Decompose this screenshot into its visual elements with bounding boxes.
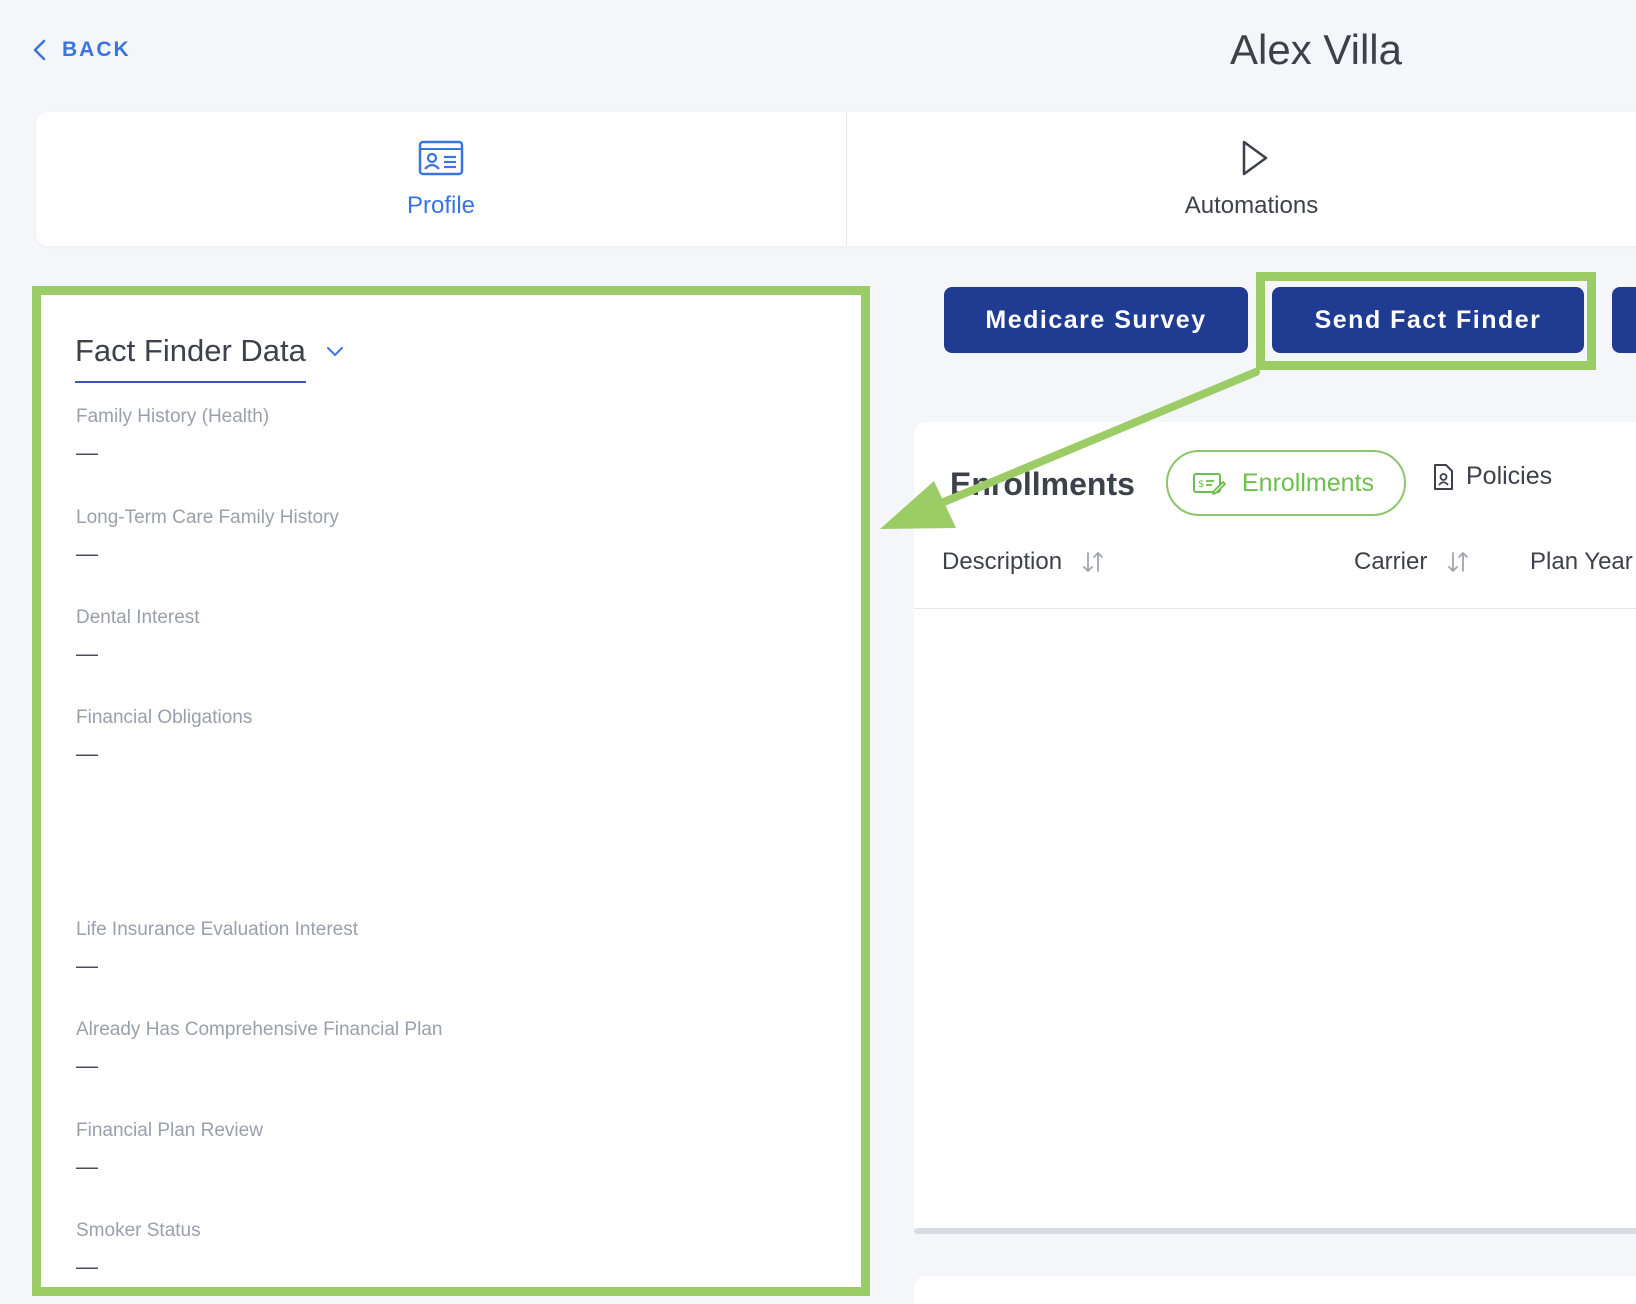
field-value: — [76,741,98,766]
back-button[interactable]: BACK [32,38,131,62]
field-value: — [76,1053,98,1078]
chevron-down-icon [326,347,343,357]
chevron-left-icon [33,39,46,61]
field-dental-interest: Dental Interest — [76,607,200,667]
field-label: Financial Obligations [76,707,253,728]
money-edit-icon: $ [1193,473,1226,495]
field-label: Dental Interest [76,607,200,628]
tab-policies-label: Policies [1466,462,1553,490]
horizontal-scrollbar[interactable] [914,1228,1636,1234]
field-label: Family History (Health) [76,406,270,427]
field-value: — [76,641,98,666]
enrollments-title: Enrollments [950,466,1135,502]
svg-text:$: $ [1198,479,1204,490]
field-label: Life Insurance Evaluation Interest [76,919,359,940]
more-action-button[interactable] [1612,287,1636,353]
field-value: — [76,1254,98,1279]
field-ltc-family-history: Long-Term Care Family History — [76,507,339,567]
enrollments-card: Enrollments $ Enrollments Policies Descr… [914,422,1636,1234]
fact-finder-title: Fact Finder Data [75,333,306,383]
column-label: Carrier [1354,548,1428,575]
tab-automations-label: Automations [1184,192,1319,219]
next-card [914,1276,1636,1304]
field-value: — [76,541,98,566]
table-header-divider [914,608,1636,609]
field-value: — [76,1154,98,1179]
sort-icon [1083,552,1103,572]
document-person-icon [1434,463,1453,490]
tab-automations[interactable]: Automations [845,112,1636,246]
field-label: Already Has Comprehensive Financial Plan [76,1019,443,1040]
field-smoker-status: Smoker Status — [76,1220,201,1280]
field-value: — [76,953,98,978]
field-label: Long-Term Care Family History [76,507,339,528]
column-header-description[interactable]: Description [942,548,1104,576]
play-icon [1243,140,1268,176]
fact-finder-dropdown[interactable]: Fact Finder Data [75,333,344,383]
field-value: — [76,440,98,465]
record-tabs: Profile Automations [36,112,1636,246]
column-label: Plan Year [1530,548,1633,575]
field-financial-obligations: Financial Obligations — [76,707,252,767]
tab-enrollments[interactable]: $ Enrollments [1166,450,1406,516]
sort-icon [1448,552,1469,572]
back-label: BACK [62,38,131,61]
field-family-history: Family History (Health) — [76,406,269,466]
column-header-plan-year[interactable]: Plan Year [1530,548,1633,576]
tab-policies[interactable]: Policies [1432,462,1552,491]
column-label: Description [942,548,1063,575]
contact-name: Alex Villa [1230,26,1402,73]
tab-profile-label: Profile [406,192,475,219]
field-life-insurance-interest: Life Insurance Evaluation Interest — [76,919,358,979]
tab-profile[interactable]: Profile [36,112,846,246]
field-financial-plan-review: Financial Plan Review — [76,1120,263,1180]
id-card-icon [418,140,464,176]
column-header-carrier[interactable]: Carrier [1354,548,1469,576]
field-label: Smoker Status [76,1220,201,1241]
send-fact-finder-button[interactable]: Send Fact Finder [1272,287,1584,353]
field-comprehensive-plan: Already Has Comprehensive Financial Plan… [76,1019,442,1079]
medicare-survey-button[interactable]: Medicare Survey [944,287,1248,353]
fact-finder-panel: Fact Finder Data Family History (Health)… [32,286,870,1296]
page: BACK Alex Villa Profile Automations Fact… [0,0,1636,1304]
field-label: Financial Plan Review [76,1120,263,1141]
tab-enrollments-label: Enrollments [1242,468,1374,497]
